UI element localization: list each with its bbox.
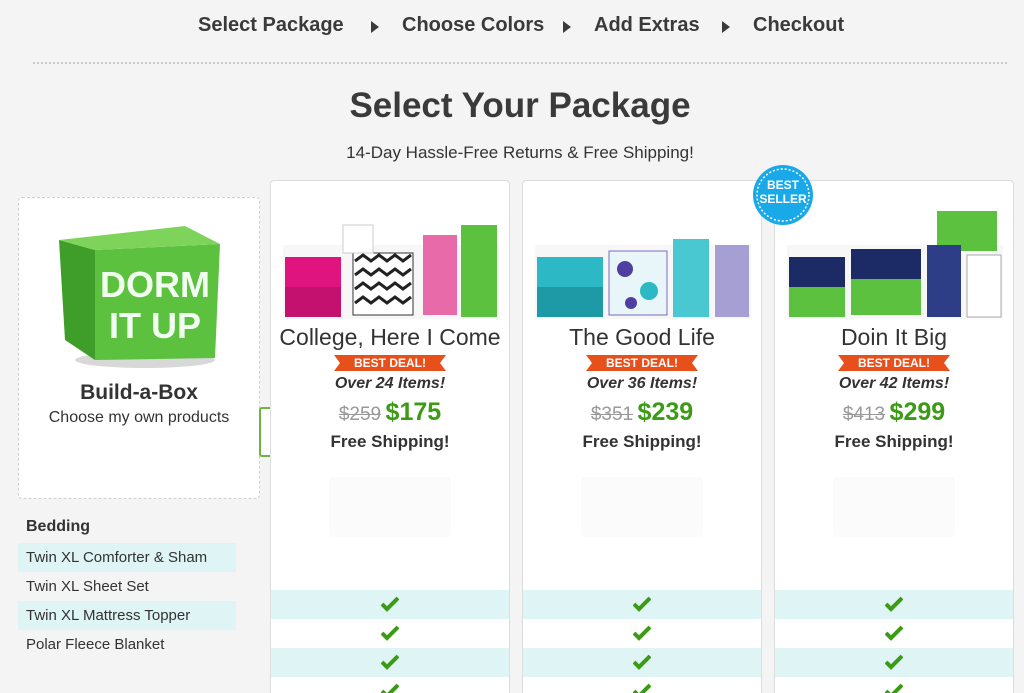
free-shipping-text: Free Shipping! — [834, 432, 954, 451]
divider — [33, 62, 1007, 64]
select-package-button[interactable] — [833, 477, 955, 537]
feature-check-row — [523, 677, 761, 693]
build-a-box-subtitle: Choose my own products — [48, 409, 230, 426]
checkmark-icon — [633, 625, 651, 641]
feature-check-row — [775, 648, 1013, 677]
dorm-it-up-box-icon: DORM IT UP — [59, 226, 220, 368]
feature-row: Twin XL Sheet Set — [26, 578, 149, 595]
feature-row: Twin XL Comforter & Sham — [18, 543, 236, 572]
best-deal-badge: BEST DEAL! — [838, 355, 950, 371]
free-shipping-text: Free Shipping! — [582, 432, 702, 451]
badge-line1: BEST — [766, 178, 799, 192]
feature-check-row — [271, 619, 509, 648]
package-product-image — [283, 195, 499, 319]
feature-check-row — [775, 590, 1013, 619]
package-product-image — [535, 195, 751, 319]
package-card-doin-it-big[interactable]: Doin It Big BEST DEAL! Over 42 Items! $4… — [774, 180, 1014, 693]
package-card-good-life[interactable]: The Good Life BEST DEAL! Over 36 Items! … — [522, 180, 762, 693]
old-price: $259 — [338, 404, 382, 425]
checkmark-icon — [885, 596, 903, 612]
package-name: Doin It Big — [840, 324, 948, 350]
feature-check-row — [523, 590, 761, 619]
select-package-button[interactable] — [329, 477, 451, 537]
step-arrow-icon — [722, 21, 730, 33]
best-deal-badge: BEST DEAL! — [586, 355, 698, 371]
package-item-count: Over 42 Items! — [838, 375, 950, 392]
feature-check-row — [775, 677, 1013, 693]
package-item-count: Over 24 Items! — [334, 375, 446, 392]
step-choose-colors[interactable]: Choose Colors — [402, 14, 544, 37]
step-arrow-icon — [371, 21, 379, 33]
step-add-extras[interactable]: Add Extras — [594, 14, 700, 37]
package-price: $351 $239 — [523, 398, 761, 427]
checkmark-icon — [381, 654, 399, 670]
package-item-count: Over 36 Items! — [586, 375, 698, 392]
checkmark-icon — [633, 596, 651, 612]
checkmark-icon — [885, 683, 903, 693]
feature-check-row — [775, 619, 1013, 648]
package-product-image — [787, 195, 1003, 319]
step-select-package[interactable]: Select Package — [198, 14, 344, 37]
badge-line2: SELLER — [759, 192, 807, 206]
checkmark-icon — [633, 683, 651, 693]
feature-check-row — [523, 619, 761, 648]
build-a-box-card[interactable]: DORM IT UP Build-a-Box Choose my own pro… — [18, 197, 260, 499]
free-shipping-text: Free Shipping! — [330, 432, 450, 451]
best-seller-badge-text: BEST SELLER — [752, 178, 814, 206]
sale-price: $239 — [637, 398, 694, 426]
feature-check-row — [523, 648, 761, 677]
checkmark-icon — [381, 625, 399, 641]
feature-check-row — [271, 677, 509, 693]
step-arrow-icon — [563, 21, 571, 33]
sale-price: $175 — [385, 398, 442, 426]
checkout-steps: Select Package Choose Colors Add Extras … — [0, 14, 1024, 40]
package-price: $413 $299 — [775, 398, 1013, 427]
checkmark-icon — [885, 654, 903, 670]
step-checkout[interactable]: Checkout — [753, 14, 844, 37]
feature-heading-bedding: Bedding — [26, 518, 90, 535]
feature-row: Twin XL Mattress Topper — [18, 601, 236, 630]
checkmark-icon — [633, 654, 651, 670]
feature-check-row — [271, 648, 509, 677]
checkmark-icon — [381, 683, 399, 693]
old-price: $351 — [590, 404, 634, 425]
checkmark-icon — [381, 596, 399, 612]
feature-check-row — [271, 590, 509, 619]
best-deal-badge: BEST DEAL! — [334, 355, 446, 371]
page-subtitle: 14-Day Hassle-Free Returns & Free Shippi… — [346, 143, 694, 162]
package-name: College, Here I Come — [279, 324, 501, 350]
checkmark-icon — [885, 625, 903, 641]
box-logo-line1: DORM — [100, 264, 210, 305]
package-card-college[interactable]: College, Here I Come BEST DEAL! Over 24 … — [270, 180, 510, 693]
feature-row: Polar Fleece Blanket — [26, 636, 165, 653]
package-name: The Good Life — [569, 324, 715, 350]
old-price: $413 — [842, 404, 886, 425]
select-package-button[interactable] — [581, 477, 703, 537]
sale-price: $299 — [889, 398, 946, 426]
box-logo-line2: IT UP — [109, 305, 201, 346]
package-price: $259 $175 — [271, 398, 509, 427]
page-title: Select Your Package — [349, 86, 691, 125]
build-a-box-title: Build-a-Box — [80, 381, 198, 404]
